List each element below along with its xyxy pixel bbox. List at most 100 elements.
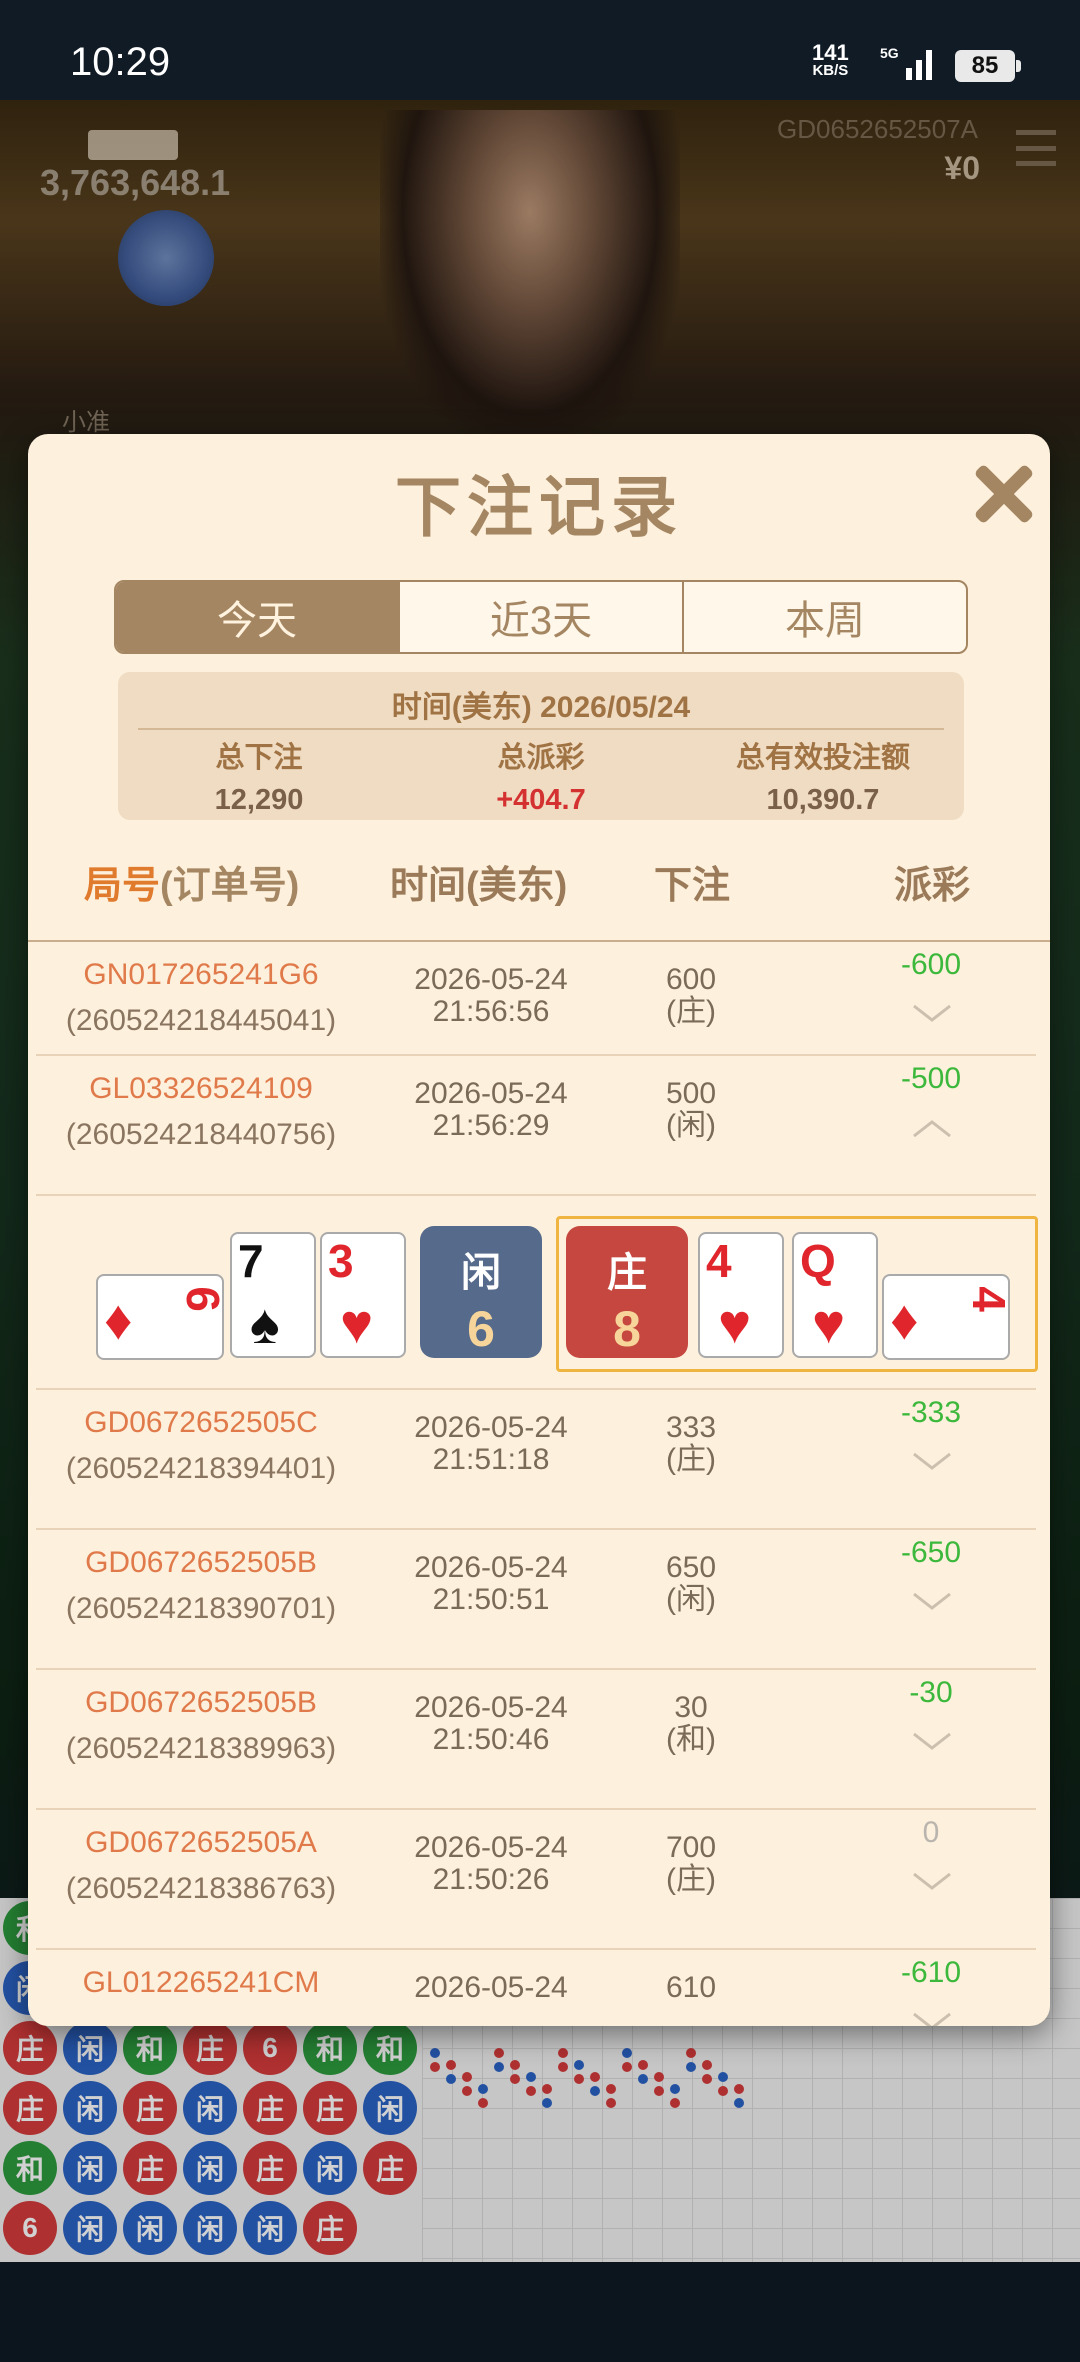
- bet-cell: 30 (和): [616, 1692, 766, 1756]
- bet-date: 2026-05-24: [414, 1971, 568, 2004]
- clock: 10:29: [70, 40, 171, 84]
- round-cell: GD0672652505C (260524218394401): [36, 1400, 366, 1492]
- tab-today[interactable]: 今天: [116, 582, 400, 652]
- card-rank: 4: [706, 1235, 732, 1287]
- bet-date: 2026-05-24: [414, 1077, 568, 1110]
- bet-date: 2026-05-24: [414, 1831, 568, 1864]
- network-speed: 141 KB/S: [812, 42, 849, 80]
- playing-card: 4 ♥: [698, 1232, 784, 1358]
- payout-value: -500: [900, 1062, 962, 1095]
- order-number: (260524218389963): [65, 1732, 337, 1765]
- chevron-down-icon[interactable]: [912, 1732, 952, 1752]
- signal-icon: 5G: [880, 44, 940, 84]
- bet-amount: 600: [665, 963, 717, 996]
- time-cell: 2026-05-24 21:56:29: [366, 1078, 616, 1142]
- order-number: (260524218386763): [65, 1872, 337, 1905]
- table-header: 局号(订单号) 时间(美东) 下注 派彩: [28, 854, 1050, 920]
- order-number: (260524218445041): [65, 1004, 337, 1037]
- chevron-down-icon[interactable]: [912, 2012, 952, 2026]
- bet-time: 21:50:51: [432, 1583, 550, 1616]
- bet-side: (和): [666, 1723, 716, 1756]
- bet-side: (庄): [666, 1443, 716, 1476]
- payout-value: -650: [900, 1536, 962, 1569]
- bet-cell: 500 (闲): [616, 1078, 766, 1142]
- round-cell: GL012265241CM: [36, 1960, 366, 2006]
- time-cell: 2026-05-24 21:50:46: [366, 1692, 616, 1756]
- payout-value: -600: [900, 948, 962, 981]
- card-rank: Q: [800, 1235, 836, 1287]
- player-label: 闲: [461, 1251, 501, 1295]
- round-cell: GD0672652505B (260524218390701): [36, 1540, 366, 1632]
- chevron-down-icon[interactable]: [912, 1872, 952, 1892]
- bet-cell: 650 (闲): [616, 1552, 766, 1616]
- card-suit: ♦: [890, 1288, 919, 1351]
- net-speed-unit: KB/S: [812, 62, 849, 79]
- round-number: GL03326524109: [89, 1072, 313, 1105]
- bet-time: 21:56:56: [432, 995, 550, 1028]
- table-row[interactable]: GD0672652505C (260524218394401) 2026-05-24…: [36, 1390, 1036, 1530]
- close-icon[interactable]: [964, 454, 1044, 534]
- payout-value: -333: [900, 1396, 962, 1429]
- bet-side: (庄): [666, 1863, 716, 1896]
- table-row[interactable]: GL012265241CM 2026-05-24 610 -610: [36, 1950, 1036, 2026]
- card-rank: 6: [177, 1286, 230, 1312]
- table-row[interactable]: GD0672652505B (260524218390701) 2026-05-24…: [36, 1530, 1036, 1670]
- card-rank: 7: [238, 1235, 264, 1287]
- bet-amount: 650: [665, 1551, 717, 1584]
- time-cell: 2026-05-24 21:51:18: [366, 1412, 616, 1476]
- chevron-down-icon[interactable]: [912, 1452, 952, 1472]
- total-payout-value: +404.7: [496, 784, 586, 816]
- valid-bet-value: 10,390.7: [766, 784, 880, 816]
- playing-card: 6 ♦: [96, 1274, 229, 1360]
- banker-score-badge: 庄8: [566, 1226, 688, 1358]
- player-score: 6: [467, 1301, 495, 1357]
- round-number: GD0672652505A: [85, 1826, 317, 1859]
- date-tabs: 今天 近3天 本周: [114, 580, 968, 654]
- bet-cell: 700 (庄): [616, 1832, 766, 1896]
- playing-card: Q ♥: [792, 1232, 878, 1358]
- round-cell: GL03326524109 (260524218440756): [36, 1066, 366, 1158]
- tab-3-days[interactable]: 近3天: [400, 582, 684, 652]
- bet-side: (闲): [666, 1583, 716, 1616]
- total-bet-label: 总下注: [215, 742, 303, 774]
- tab-this-week[interactable]: 本周: [684, 582, 966, 652]
- card-suit: ♥: [812, 1292, 846, 1355]
- header-time: 时间(美东): [390, 865, 568, 907]
- chevron-down-icon[interactable]: [912, 1592, 952, 1612]
- card-suit: ♥: [718, 1292, 752, 1355]
- table-row[interactable]: GN017265241G6 (260524218445041) 2026-05-24…: [36, 942, 1036, 1056]
- card-suit: ♦: [104, 1288, 133, 1351]
- table-row[interactable]: GL03326524109 (260524218440756) 2026-05-24…: [36, 1056, 1036, 1196]
- bet-date: 2026-05-24: [414, 1691, 568, 1724]
- payout-value: 0: [922, 1816, 940, 1849]
- header-round: 局号(订单号): [84, 865, 300, 907]
- card-rank: 3: [328, 1235, 354, 1287]
- bet-cell: 610: [616, 1972, 766, 2004]
- round-cell: GD0672652505B (260524218389963): [36, 1680, 366, 1772]
- round-cell: GD0672652505A (260524218386763): [36, 1820, 366, 1912]
- header-payout: 派彩: [894, 865, 971, 907]
- hand-detail: 6 ♦ 7 ♠ 3 ♥ 闲 6 庄 8 4 ♥ Q ♥ 4 ♦: [36, 1196, 1038, 1390]
- time-cell: 2026-05-24 21:50:26: [366, 1832, 616, 1896]
- bet-amount: 500: [665, 1077, 717, 1110]
- header-bet: 下注: [654, 865, 731, 907]
- round-number: GD0672652505C: [84, 1406, 318, 1439]
- playing-card: 4 ♦: [882, 1274, 1015, 1360]
- round-cell: GN017265241G6 (260524218445041): [36, 952, 366, 1044]
- playing-card: 7 ♠: [230, 1232, 316, 1358]
- summary-panel: 时间(美东) 2026/05/24 总下注 12,290 总派彩 +404.7 …: [118, 672, 964, 820]
- bet-record-list: GN017265241G6 (260524218445041) 2026-05-24…: [28, 942, 1050, 2026]
- bet-time: 21:50:46: [432, 1723, 550, 1756]
- bet-time: 21:56:29: [432, 1109, 550, 1142]
- player-score-badge: 闲6: [420, 1226, 542, 1358]
- chevron-down-icon[interactable]: [912, 1004, 952, 1024]
- round-number: GN017265241G6: [83, 958, 319, 991]
- chevron-up-icon[interactable]: [912, 1118, 952, 1138]
- valid-bet-label: 总有效投注额: [735, 742, 910, 774]
- banker-label: 庄: [607, 1251, 647, 1295]
- bet-date: 2026-05-24: [414, 963, 568, 996]
- table-row[interactable]: GD0672652505A (260524218386763) 2026-05-24…: [36, 1810, 1036, 1950]
- table-row[interactable]: GD0672652505B (260524218389963) 2026-05-24…: [36, 1670, 1036, 1810]
- network-type: 5G: [880, 45, 899, 61]
- payout-value: -30: [909, 1676, 953, 1709]
